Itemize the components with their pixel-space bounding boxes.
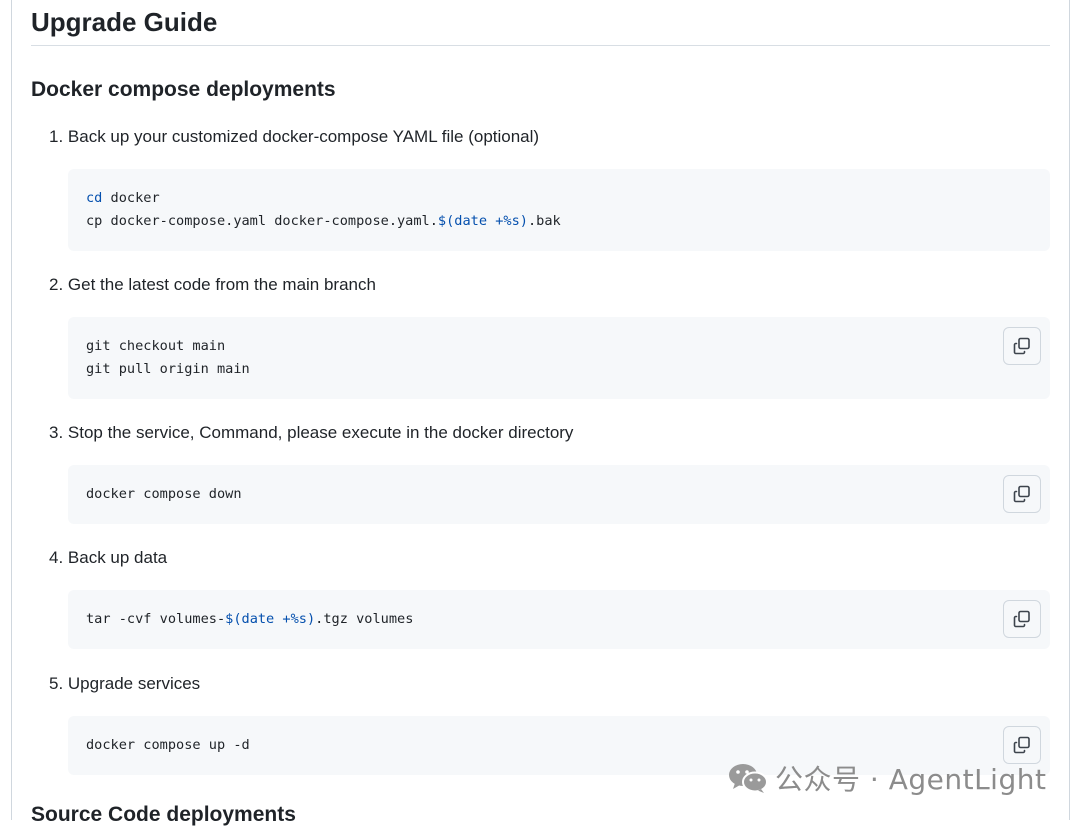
code-text: tar -cvf volumes- — [86, 611, 226, 627]
wechat-icon — [729, 764, 768, 793]
copy-button[interactable] — [1003, 327, 1041, 365]
code-keyword: cd — [86, 190, 103, 206]
code-line: git pull origin main — [86, 361, 250, 377]
code-line: tar -cvf volumes-$(date +%s).tgz volumes — [86, 608, 1032, 631]
step-5-label: 5. Upgrade services — [49, 674, 201, 693]
code-line: cd docker — [86, 187, 1032, 210]
readme-content: Upgrade Guide Docker compose deployments… — [31, 0, 1050, 826]
code-text: cp docker-compose.yaml docker-compose.ya… — [86, 213, 438, 229]
code-line: git checkout main — [86, 338, 226, 354]
code-line: docker compose down — [86, 486, 242, 502]
code-block-3[interactable]: docker compose down — [68, 465, 1050, 524]
code-text: .bak — [527, 213, 561, 229]
page-title: Upgrade Guide — [31, 0, 1050, 46]
copy-icon — [1013, 610, 1030, 628]
code-block-1[interactable]: cd docker cp docker-compose.yaml docker-… — [68, 169, 1050, 251]
step-4-label: 4. Back up data — [49, 548, 168, 567]
step-2-label: 2. Get the latest code from the main bra… — [49, 275, 376, 294]
code-expression: $(date +%s) — [437, 213, 528, 229]
code-text: .tgz volumes — [315, 611, 414, 627]
code-block-4[interactable]: tar -cvf volumes-$(date +%s).tgz volumes — [68, 590, 1050, 649]
copy-icon — [1013, 337, 1030, 355]
section-heading-docker: Docker compose deployments — [31, 78, 336, 101]
readme-panel: Upgrade Guide Docker compose deployments… — [11, 0, 1070, 826]
watermark-text: 公众号 · AgentLight — [775, 763, 1047, 796]
section-heading-source: Source Code deployments — [31, 803, 296, 826]
copy-icon — [1013, 485, 1030, 503]
code-text: docker — [102, 190, 160, 206]
step-3-label: 3. Stop the service, Command, please exe… — [49, 423, 574, 442]
copy-icon — [1013, 736, 1030, 754]
code-line: cp docker-compose.yaml docker-compose.ya… — [86, 210, 1032, 233]
code-block-2[interactable]: git checkout main git pull origin main — [68, 317, 1050, 399]
copy-button[interactable] — [1003, 600, 1041, 638]
copy-button[interactable] — [1003, 475, 1041, 513]
code-line: docker compose up -d — [86, 737, 250, 753]
watermark: 公众号 · AgentLight — [727, 760, 1046, 796]
code-expression: $(date +%s) — [225, 611, 316, 627]
step-1-label: 1. Back up your customized docker-compos… — [49, 127, 540, 146]
